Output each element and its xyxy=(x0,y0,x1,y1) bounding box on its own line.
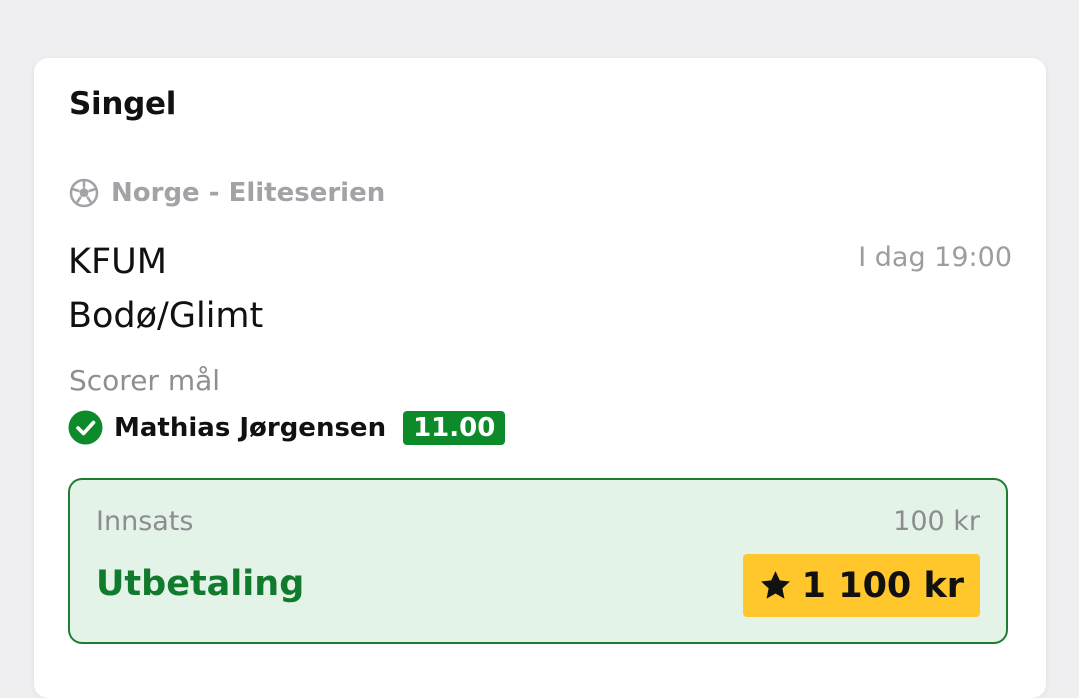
bet-type-title: Singel xyxy=(69,86,177,122)
home-team: KFUM xyxy=(68,242,167,282)
selection-row: Mathias Jørgensen 11.00 xyxy=(68,410,506,445)
odds-badge: 11.00 xyxy=(403,410,506,445)
soccer-ball-icon xyxy=(69,178,99,208)
check-circle-icon xyxy=(68,410,103,445)
bet-slip-card: Singel Norge - Eliteserien KFUM Bodø/Gli… xyxy=(34,58,1046,698)
payout-summary: Innsats 100 kr Utbetaling 1 100 kr xyxy=(68,478,1008,644)
league-name: Norge - Eliteserien xyxy=(111,178,386,208)
payout-badge: 1 100 kr xyxy=(742,554,980,617)
payout-value: 1 100 kr xyxy=(801,565,964,606)
star-icon xyxy=(760,571,790,599)
stake-label: Innsats xyxy=(96,506,194,537)
stake-value: 100 kr xyxy=(893,506,980,537)
away-team: Bodø/Glimt xyxy=(68,296,264,336)
match-time: I dag 19:00 xyxy=(858,242,1012,273)
selection-name: Mathias Jørgensen xyxy=(114,412,387,443)
market-name: Scorer mål xyxy=(69,364,221,397)
payout-label: Utbetaling xyxy=(96,564,305,604)
league-row: Norge - Eliteserien xyxy=(69,178,385,208)
